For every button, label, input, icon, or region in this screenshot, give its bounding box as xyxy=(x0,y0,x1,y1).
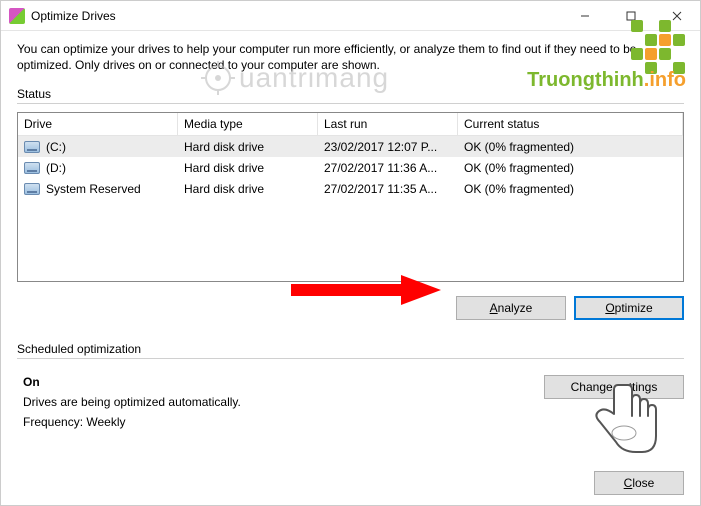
drive-icon xyxy=(24,141,40,153)
divider xyxy=(17,103,684,104)
media-type: Hard disk drive xyxy=(178,161,318,175)
divider xyxy=(17,358,684,359)
schedule-on-label: On xyxy=(23,375,524,389)
schedule-description: Drives are being optimized automatically… xyxy=(23,395,524,409)
optimize-button[interactable]: Optimize xyxy=(574,296,684,320)
last-run: 27/02/2017 11:36 A... xyxy=(318,161,458,175)
current-status: OK (0% fragmented) xyxy=(458,140,683,154)
close-button[interactable]: Close xyxy=(594,471,684,495)
status-buttons: Analyze Optimize xyxy=(17,296,684,320)
app-icon xyxy=(9,8,25,24)
minimize-button[interactable] xyxy=(562,1,608,30)
footer: Close xyxy=(594,471,684,495)
titlebar: Optimize Drives xyxy=(1,1,700,31)
table-header: Drive Media type Last run Current status xyxy=(18,113,683,136)
drive-icon xyxy=(24,183,40,195)
media-type: Hard disk drive xyxy=(178,182,318,196)
description-text: You can optimize your drives to help you… xyxy=(17,41,684,73)
close-window-button[interactable] xyxy=(654,1,700,30)
change-settings-button[interactable]: Change settings xyxy=(544,375,684,399)
table-row[interactable]: System Reserved Hard disk drive27/02/2017… xyxy=(18,178,683,199)
media-type: Hard disk drive xyxy=(178,140,318,154)
drives-table: Drive Media type Last run Current status… xyxy=(17,112,684,282)
col-media-header[interactable]: Media type xyxy=(178,113,318,135)
current-status: OK (0% fragmented) xyxy=(458,182,683,196)
col-last-header[interactable]: Last run xyxy=(318,113,458,135)
analyze-button[interactable]: Analyze xyxy=(456,296,566,320)
drive-name: (D:) xyxy=(46,161,66,175)
status-label: Status xyxy=(17,87,684,101)
content-area: You can optimize your drives to help you… xyxy=(1,31,700,441)
maximize-button[interactable] xyxy=(608,1,654,30)
schedule-frequency: Frequency: Weekly xyxy=(23,415,524,429)
last-run: 27/02/2017 11:35 A... xyxy=(318,182,458,196)
current-status: OK (0% fragmented) xyxy=(458,161,683,175)
drive-name: (C:) xyxy=(46,140,66,154)
window-title: Optimize Drives xyxy=(31,9,562,23)
last-run: 23/02/2017 12:07 P... xyxy=(318,140,458,154)
table-row[interactable]: (D:) Hard disk drive27/02/2017 11:36 A...… xyxy=(18,157,683,178)
window-buttons xyxy=(562,1,700,30)
table-row[interactable]: (C:) Hard disk drive23/02/2017 12:07 P...… xyxy=(18,136,683,157)
col-drive-header[interactable]: Drive xyxy=(18,113,178,135)
scheduled-optimization-section: Scheduled optimization On Drives are bei… xyxy=(17,342,684,435)
drive-name: System Reserved xyxy=(46,182,141,196)
drive-icon xyxy=(24,162,40,174)
scheduled-label: Scheduled optimization xyxy=(17,342,684,356)
col-status-header[interactable]: Current status xyxy=(458,113,683,135)
